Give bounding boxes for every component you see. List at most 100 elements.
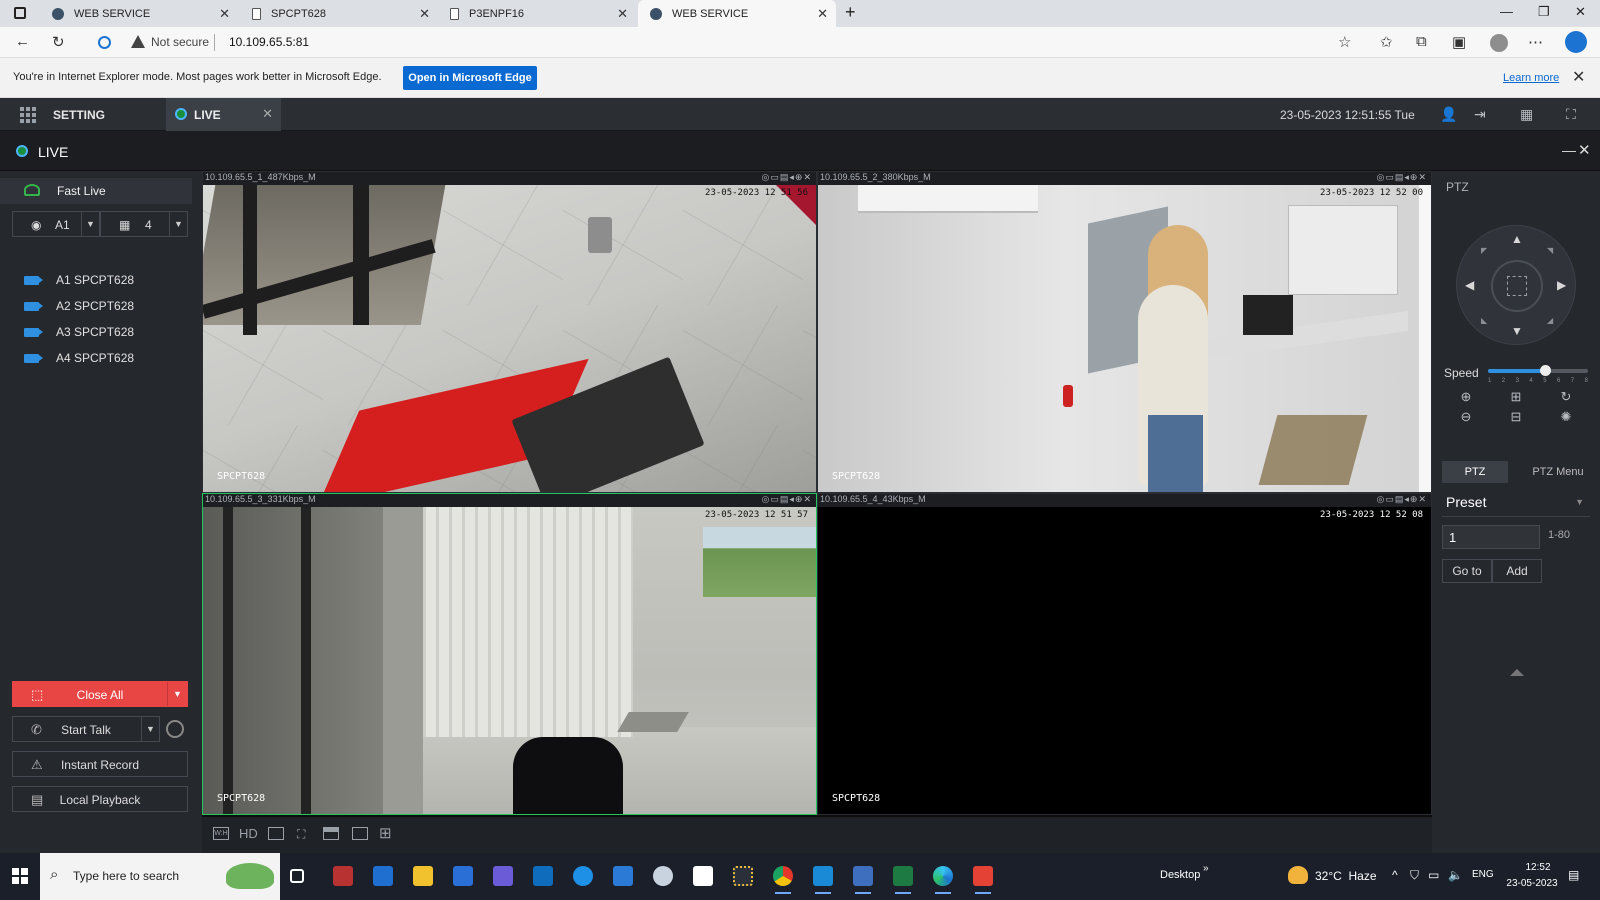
- apps-grid-icon[interactable]: [20, 107, 36, 123]
- focus-near-icon[interactable]: ⊞: [1492, 389, 1540, 409]
- camera-item[interactable]: A1 SPCPT628: [24, 270, 134, 290]
- app-icon[interactable]: [813, 866, 833, 894]
- tab-ptz[interactable]: PTZ: [1442, 461, 1508, 483]
- camera-item[interactable]: A3 SPCPT628: [24, 322, 134, 342]
- security-icon[interactable]: ⛉: [1410, 868, 1419, 883]
- layout-icon[interactable]: ▦: [1520, 106, 1536, 122]
- arrow-left-icon[interactable]: ◀: [1465, 278, 1474, 292]
- chevron-down-icon[interactable]: ▼: [141, 717, 159, 741]
- close-all-button[interactable]: ⬚ Close All ▼: [12, 681, 188, 707]
- iris-open-icon[interactable]: ↻: [1542, 389, 1590, 409]
- video-window[interactable]: 10.109.65.5_2_380Kbps_M ◎▭▤◂⊕✕ 23-05-202…: [817, 171, 1432, 493]
- live-tab[interactable]: LIVE ✕: [166, 98, 281, 131]
- video-window[interactable]: 10.109.65.5_1_487Kbps_M ◎▭▤◂⊕✕ 23-05-202…: [202, 171, 817, 493]
- close-icon[interactable]: ✕: [1578, 141, 1591, 159]
- open-in-edge-button[interactable]: Open in Microsoft Edge: [403, 66, 537, 90]
- arrow-up-left-icon[interactable]: ◤: [1481, 246, 1487, 255]
- start-talk-button[interactable]: ✆ Start Talk ▼: [12, 716, 160, 742]
- close-icon[interactable]: ✕: [262, 106, 273, 122]
- edge-icon[interactable]: [933, 866, 953, 894]
- close-icon[interactable]: ✕: [219, 6, 230, 22]
- local-playback-button[interactable]: ▤ Local Playback: [12, 786, 188, 812]
- video-controls-icon[interactable]: ◎▭▤◂⊕✕: [1377, 494, 1427, 505]
- app-icon[interactable]: [653, 866, 673, 886]
- not-secure-label[interactable]: Not secure: [151, 35, 209, 49]
- outlook-icon[interactable]: [533, 866, 553, 886]
- full-window-icon[interactable]: [352, 827, 368, 840]
- close-icon[interactable]: ✕: [817, 6, 828, 22]
- close-window-icon[interactable]: ✕: [1575, 4, 1586, 20]
- warning-icon[interactable]: [131, 35, 145, 48]
- zoom-in-icon[interactable]: ⊕: [1442, 389, 1490, 409]
- stream-icon[interactable]: [268, 827, 284, 840]
- notifications-icon[interactable]: ▤: [1568, 868, 1579, 882]
- split-1-icon[interactable]: [323, 827, 339, 840]
- video-controls-icon[interactable]: ◎▭▤◂⊕✕: [1377, 172, 1427, 183]
- more-icon[interactable]: ⋯: [1528, 33, 1543, 51]
- capture-icon[interactable]: ⛶: [297, 827, 305, 842]
- task-view-icon[interactable]: [290, 869, 304, 883]
- extension-icon[interactable]: ▣: [1452, 33, 1466, 51]
- file-explorer-icon[interactable]: [413, 866, 433, 886]
- camera-item[interactable]: A4 SPCPT628: [24, 348, 134, 368]
- video-controls-icon[interactable]: ◎▭▤◂⊕✕: [762, 494, 812, 505]
- add-button[interactable]: Add: [1492, 559, 1542, 583]
- input-language[interactable]: ENG: [1472, 869, 1494, 880]
- speed-slider-handle[interactable]: [1540, 365, 1552, 376]
- volume-icon[interactable]: 🔈: [1448, 868, 1463, 882]
- user-icon[interactable]: 👤: [1440, 106, 1457, 122]
- talk-status-icon[interactable]: [166, 720, 184, 738]
- minimize-icon[interactable]: —: [1562, 142, 1576, 158]
- preset-select[interactable]: Preset ▼: [1442, 489, 1590, 517]
- setting-tab[interactable]: SETTING: [53, 108, 105, 122]
- fullscreen-icon[interactable]: ⛶: [1566, 106, 1582, 122]
- teams-icon[interactable]: [493, 866, 513, 886]
- minimize-icon[interactable]: —: [1500, 4, 1513, 19]
- ptz-center-button[interactable]: [1491, 260, 1543, 312]
- logout-icon[interactable]: ⇥: [1474, 106, 1490, 122]
- iris-close-icon[interactable]: ✺: [1542, 409, 1590, 429]
- app-icon[interactable]: [373, 866, 393, 886]
- goto-button[interactable]: Go to: [1442, 559, 1492, 583]
- favorite-add-icon[interactable]: ☆: [1338, 33, 1351, 51]
- browser-tab[interactable]: WEB SERVICE ✕: [40, 0, 238, 27]
- desktop-toolbar[interactable]: Desktop: [1160, 869, 1200, 881]
- browser-tab[interactable]: P3ENPF16 ✕: [438, 0, 636, 27]
- instant-record-button[interactable]: ⚠ Instant Record: [12, 751, 188, 777]
- app-icon[interactable]: [333, 866, 353, 886]
- app-icon[interactable]: [733, 866, 753, 886]
- new-tab-button[interactable]: +: [845, 2, 856, 23]
- browser-tab[interactable]: SPCPT628 ✕: [240, 0, 438, 27]
- arrow-up-right-icon[interactable]: ◥: [1547, 246, 1553, 255]
- channel-select[interactable]: ◉ A1 ▼: [12, 211, 100, 237]
- bing-icon[interactable]: [1565, 31, 1587, 53]
- camera-item[interactable]: A2 SPCPT628: [24, 296, 134, 316]
- ie-mode-icon[interactable]: [98, 36, 111, 49]
- tab-actions-icon[interactable]: [14, 7, 26, 19]
- layout-select[interactable]: ▦ 4 ▼: [100, 211, 188, 237]
- clock-date[interactable]: 23-05-2023: [1502, 878, 1562, 889]
- collapse-up-icon[interactable]: [1510, 669, 1524, 676]
- network-icon[interactable]: ▭: [1428, 868, 1439, 882]
- close-icon[interactable]: ✕: [1572, 67, 1585, 87]
- arrow-up-icon[interactable]: ▲: [1511, 232, 1523, 246]
- chrome-icon[interactable]: [773, 866, 793, 894]
- zoom-out-icon[interactable]: ⊖: [1442, 409, 1490, 429]
- browser-tab-active[interactable]: WEB SERVICE ✕: [638, 0, 836, 27]
- tab-ptz-menu[interactable]: PTZ Menu: [1518, 461, 1598, 483]
- preset-number-input[interactable]: 1: [1442, 525, 1540, 549]
- arrow-down-icon[interactable]: ▼: [1511, 324, 1523, 338]
- profile-icon[interactable]: [1490, 34, 1508, 52]
- weather-widget[interactable]: 32°C Haze: [1315, 869, 1377, 883]
- ptz-direction-pad[interactable]: ▲ ▼ ◀ ▶ ◤ ◥ ◣ ◢: [1456, 225, 1576, 345]
- excel-icon[interactable]: [893, 866, 913, 894]
- chevron-right-icon[interactable]: »: [1203, 863, 1209, 874]
- speed-slider[interactable]: [1488, 365, 1588, 376]
- video-controls-icon[interactable]: ◎▭▤◂⊕✕: [762, 172, 812, 183]
- video-window-selected[interactable]: 10.109.65.5_3_331Kbps_M ◎▭▤◂⊕✕ 23-05-202…: [202, 493, 817, 815]
- clock-time[interactable]: 12:52: [1514, 862, 1562, 873]
- favorites-icon[interactable]: ✩: [1380, 33, 1393, 51]
- app-icon[interactable]: [693, 866, 713, 886]
- window-fit-icon[interactable]: W:H: [213, 827, 229, 840]
- focus-far-icon[interactable]: ⊟: [1492, 409, 1540, 429]
